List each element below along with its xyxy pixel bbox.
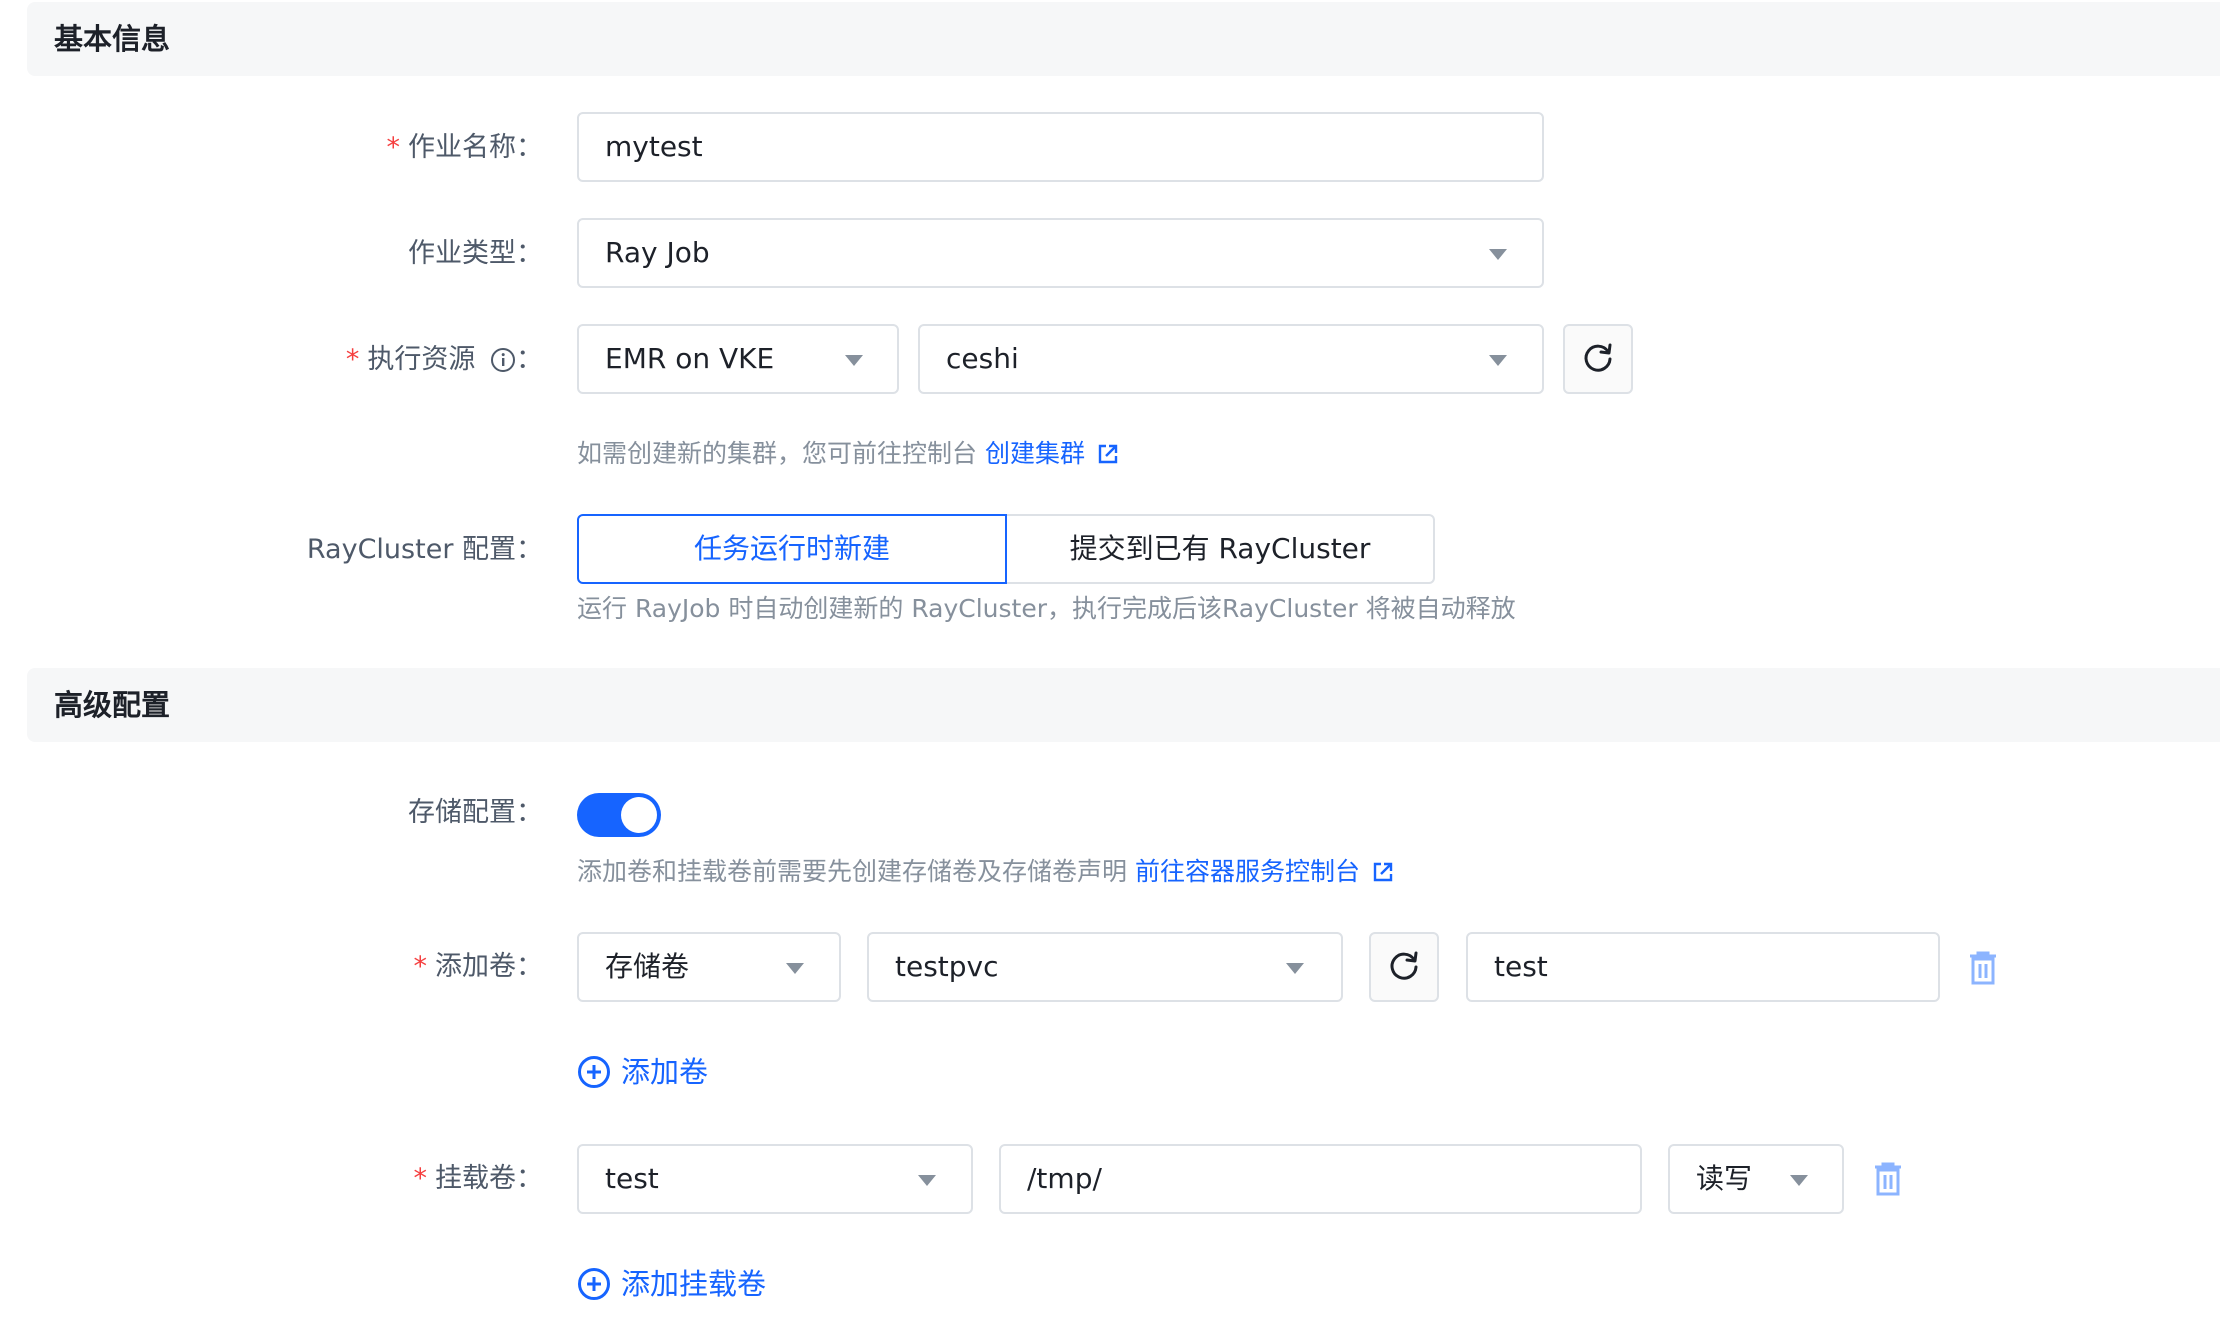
refresh-cluster-button[interactable] [1563, 324, 1633, 394]
refresh-icon [1390, 951, 1418, 980]
mount-volume-value: test [605, 1162, 659, 1195]
create-cluster-link[interactable]: 创建集群 [985, 439, 1119, 468]
mount-volume-select[interactable]: test [577, 1144, 973, 1214]
mount-path-input[interactable]: /tmp/ [999, 1144, 1642, 1214]
mount-mode-select[interactable]: 读写 [1668, 1144, 1844, 1214]
delete-volume-icon[interactable] [1968, 951, 1998, 985]
external-link-icon [1098, 444, 1118, 464]
resource-cluster-value: ceshi [946, 342, 1019, 375]
raycluster-option-existing[interactable]: 提交到已有 RayCluster [1007, 514, 1435, 584]
volume-pvc-value: testpvc [895, 950, 999, 983]
raycluster-label: RayCluster 配置： [306, 534, 543, 565]
chevron-down-icon [786, 963, 804, 974]
required-mark: * [345, 344, 360, 375]
info-icon[interactable] [490, 347, 516, 373]
storage-hint: 添加卷和挂载卷前需要先创建存储卷及存储卷声明 前往容器服务控制台 [577, 854, 1394, 890]
raycluster-option-new[interactable]: 任务运行时新建 [577, 514, 1007, 584]
required-mark: * [413, 1163, 428, 1194]
volume-type-select[interactable]: 存储卷 [577, 932, 841, 1002]
advanced-section-header [27, 668, 2220, 742]
raycluster-hint: 运行 RayJob 时自动创建新的 RayCluster，执行完成后该RayCl… [577, 594, 1516, 623]
chevron-down-icon [1790, 1175, 1808, 1186]
storage-label: 存储配置： [408, 797, 543, 828]
refresh-icon [1584, 343, 1612, 372]
plus-circle-icon [578, 1056, 610, 1088]
job-type-label: 作业类型： [408, 238, 543, 269]
mount-mode-value: 读写 [1696, 1162, 1753, 1195]
required-mark: * [386, 132, 401, 163]
job-name-value: mytest [605, 130, 703, 163]
add-volume-label: * 添加卷： [413, 951, 544, 982]
add-volume-button[interactable]: 添加卷 [577, 1050, 708, 1094]
container-console-link[interactable]: 前往容器服务控制台 [1135, 857, 1394, 886]
chevron-down-icon [845, 355, 863, 366]
external-link-icon [1373, 862, 1393, 882]
plus-circle-icon [578, 1268, 610, 1300]
job-type-value: Ray Job [605, 236, 710, 269]
resource-cluster-select[interactable]: ceshi [918, 324, 1544, 394]
exec-resource-hint: 如需创建新的集群，您可前往控制台 创建集群 [577, 436, 1119, 472]
refresh-pvc-button[interactable] [1369, 932, 1439, 1002]
mount-volume-label: * 挂载卷： [413, 1163, 544, 1194]
job-name-input[interactable]: mytest [577, 112, 1544, 182]
advanced-section-title: 高级配置 [54, 688, 171, 722]
exec-resource-label: * 执行资源 ： [345, 344, 543, 375]
basic-section-title: 基本信息 [54, 22, 171, 56]
resource-platform-select[interactable]: EMR on VKE [577, 324, 899, 394]
volume-name-input[interactable]: test [1466, 932, 1940, 1002]
toggle-knob [621, 797, 657, 833]
mount-path-value: /tmp/ [1027, 1162, 1102, 1195]
chevron-down-icon [918, 1175, 936, 1186]
delete-mount-icon[interactable] [1873, 1162, 1903, 1196]
basic-section-header [27, 2, 2220, 76]
job-type-select[interactable]: Ray Job [577, 218, 1544, 288]
add-mount-button[interactable]: 添加挂载卷 [577, 1262, 766, 1306]
volume-pvc-select[interactable]: testpvc [867, 932, 1343, 1002]
chevron-down-icon [1286, 963, 1304, 974]
storage-toggle[interactable] [577, 793, 661, 837]
volume-name-value: test [1494, 950, 1548, 983]
chevron-down-icon [1489, 355, 1507, 366]
required-mark: * [413, 951, 428, 982]
job-name-label: * 作业名称： [386, 132, 544, 163]
chevron-down-icon [1489, 249, 1507, 260]
